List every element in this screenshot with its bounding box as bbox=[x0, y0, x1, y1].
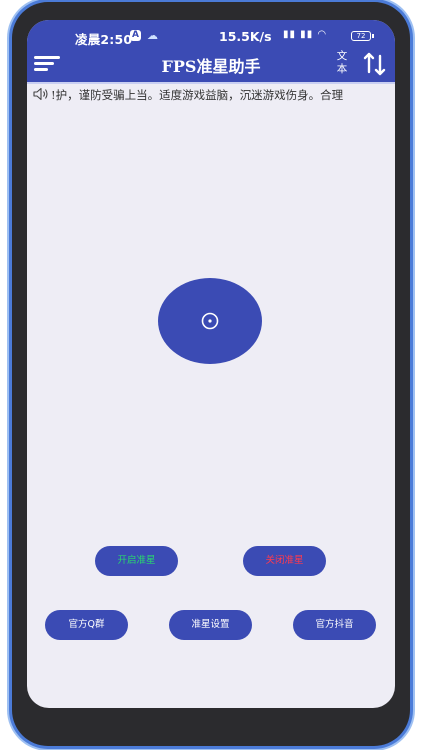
official-qq-group-button[interactable]: 官方Q群 bbox=[45, 610, 128, 640]
crosshair-settings-button[interactable]: 准星设置 bbox=[169, 610, 252, 640]
notice-text: !护，谨防受骗上当。适度游戏益脑，沉迷游戏伤身。合理 bbox=[51, 88, 344, 102]
text-toggle-button[interactable]: 文 本 bbox=[333, 50, 351, 76]
status-bar: 凌晨2:50 A ☁ 15.5K/s ▮▮ ▮▮ ◠ 72 bbox=[27, 20, 395, 47]
speaker-icon bbox=[33, 87, 48, 101]
text-toggle-line2: 本 bbox=[336, 63, 348, 75]
notice-marquee: !护，谨防受骗上当。适度游戏益脑，沉迷游戏伤身。合理 bbox=[27, 82, 395, 104]
cloud-icon: ☁ bbox=[147, 29, 158, 42]
notification-badge: A bbox=[130, 30, 141, 41]
battery-icon: 72 bbox=[351, 31, 374, 41]
sort-arrows-icon[interactable] bbox=[362, 51, 388, 77]
crosshair-icon bbox=[201, 312, 219, 330]
app-screen: 凌晨2:50 A ☁ 15.5K/s ▮▮ ▮▮ ◠ 72 FPS准星助手 文 … bbox=[27, 20, 395, 708]
close-crosshair-button[interactable]: 关闭准星 bbox=[243, 546, 326, 576]
network-speed: 15.5K/s bbox=[219, 29, 272, 44]
text-toggle-line1: 文 bbox=[336, 50, 348, 62]
app-header: 凌晨2:50 A ☁ 15.5K/s ▮▮ ▮▮ ◠ 72 FPS准星助手 文 … bbox=[27, 20, 395, 82]
toolbar: FPS准星助手 文 本 bbox=[27, 46, 395, 82]
crosshair-pad[interactable] bbox=[158, 278, 262, 364]
start-crosshair-button[interactable]: 开启准星 bbox=[95, 546, 178, 576]
official-douyin-button[interactable]: 官方抖音 bbox=[293, 610, 376, 640]
signal-wifi-icons: ▮▮ ▮▮ ◠ bbox=[283, 29, 328, 40]
